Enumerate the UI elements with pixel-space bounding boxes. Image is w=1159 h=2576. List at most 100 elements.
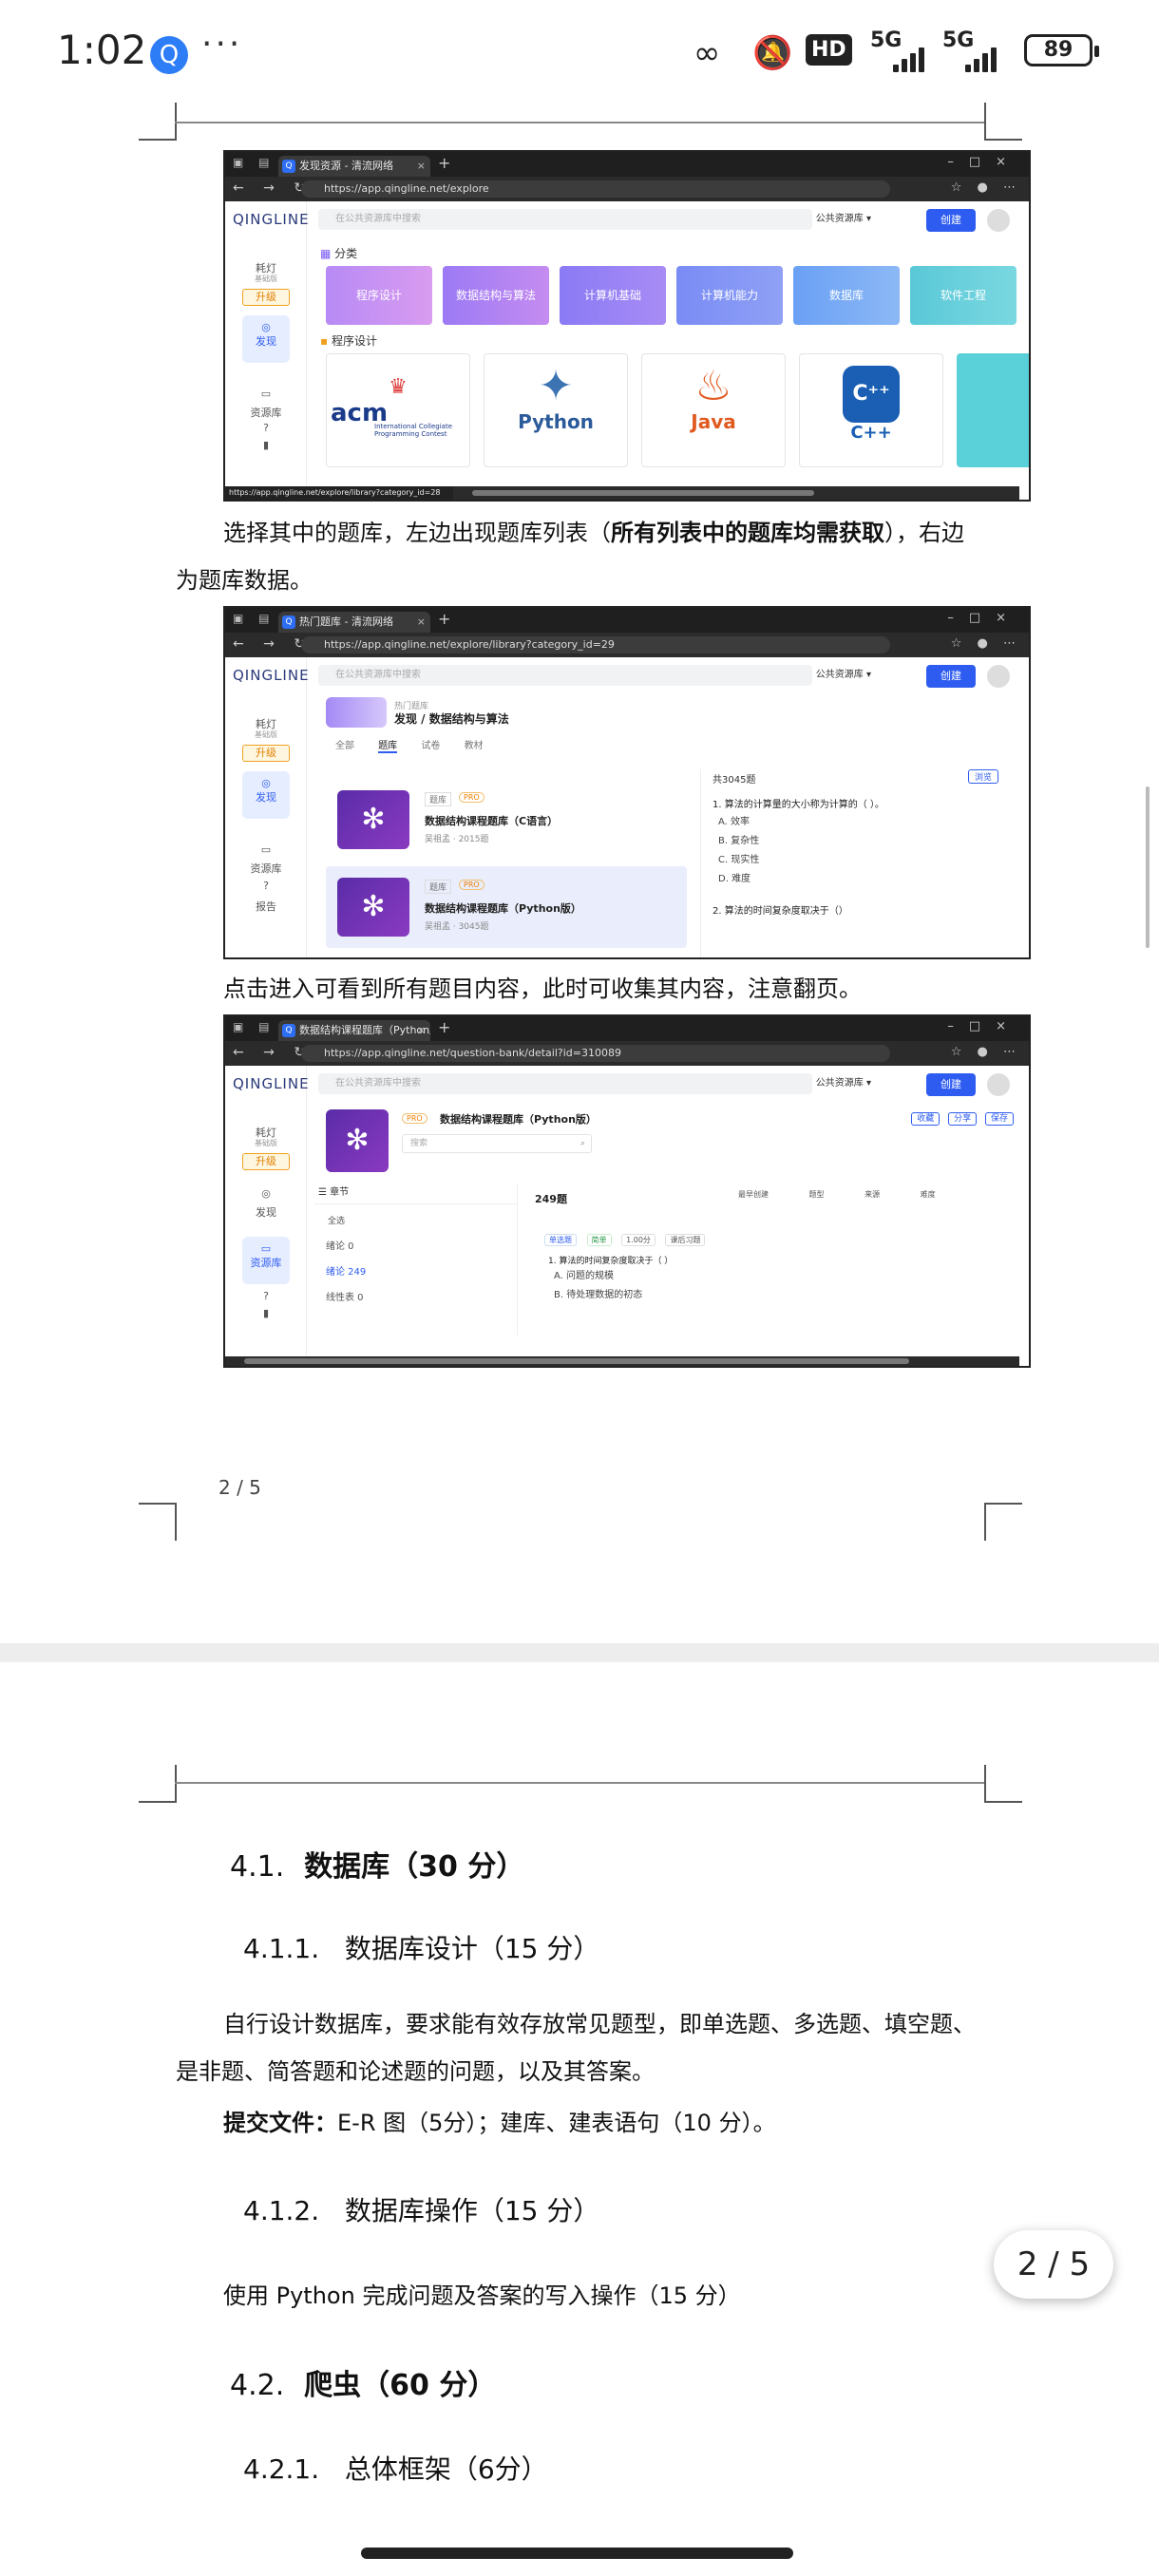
horizontal-scrollbar[interactable]: [453, 486, 1019, 500]
extensions-icons[interactable]: ☆ ● ⋯: [951, 636, 1021, 651]
search-input[interactable]: 在公共资源库中搜索: [318, 209, 812, 230]
tab-bank[interactable]: 题库: [378, 741, 398, 753]
extensions-icons[interactable]: ☆ ● ⋯: [951, 180, 1021, 195]
tile-acm[interactable]: ♛ acm International Collegiate Programmi…: [326, 353, 470, 467]
tile-cpp[interactable]: C⁺⁺ C++: [799, 353, 943, 467]
chapter-item[interactable]: 线性表 0: [314, 1278, 517, 1303]
search-input[interactable]: 在公共资源库中搜索: [318, 1073, 812, 1094]
window-icons: ▣ ▤: [233, 612, 276, 625]
avatar[interactable]: [987, 1073, 1010, 1096]
chapter-item-active[interactable]: 绪论 249: [314, 1252, 517, 1278]
close-icon[interactable]: ×: [417, 1020, 426, 1041]
sort-select[interactable]: 最早创建: [738, 1190, 769, 1199]
category-card[interactable]: 计算机基础: [560, 266, 666, 325]
item-tag: 题库: [425, 880, 452, 894]
category-card[interactable]: 数据库: [793, 266, 900, 325]
window-controls[interactable]: –□×: [947, 1019, 1021, 1033]
category-card[interactable]: 软件工程: [910, 266, 1016, 325]
new-tab-icon[interactable]: +: [438, 610, 450, 628]
close-icon[interactable]: ×: [417, 612, 426, 633]
library-select[interactable]: 公共资源库 ▾: [763, 665, 877, 686]
scroll-indicator[interactable]: [1146, 786, 1150, 948]
upgrade-button[interactable]: 升级: [242, 289, 290, 306]
upgrade-button[interactable]: 升级: [242, 1153, 290, 1170]
list-item[interactable]: ✻ 题库 PRO 数据结构课程题库（C语言） 吴祖孟 · 2015题: [326, 779, 687, 861]
category-heading: ▦ 分类: [320, 245, 357, 261]
search-icon: ⌕: [580, 1139, 585, 1148]
category-card[interactable]: 计算机能力: [676, 266, 783, 325]
difficulty-select[interactable]: 难度: [921, 1190, 936, 1199]
category-banner: [326, 697, 387, 728]
option: D. 难度: [718, 874, 751, 884]
window-controls[interactable]: –□×: [947, 611, 1021, 625]
option[interactable]: A. 问题的规模: [554, 1267, 642, 1286]
browser-tab[interactable]: Q 数据结构课程题库（Python版）×: [278, 1020, 430, 1041]
url-field[interactable]: https://app.qingline.net/explore: [301, 180, 890, 198]
library-select[interactable]: 公共资源库 ▾: [763, 1073, 877, 1094]
header-rule: [175, 122, 984, 123]
heading-number: 4.2.1.: [243, 2453, 320, 2485]
list-item-selected[interactable]: ✻ 题库 PRO 数据结构课程题库（Python版） 吴祖孟 · 3045题: [326, 866, 687, 948]
compass-icon: ◎: [261, 777, 271, 789]
paragraph-collect: 点击进入可看到所有题目内容，此时可收集其内容，注意翻页。: [223, 975, 862, 1002]
sidebar-item-discover[interactable]: ◎ 发现: [242, 771, 290, 819]
sidebar-item-discover[interactable]: ◎ 发现: [242, 315, 290, 363]
create-button[interactable]: 创建: [926, 209, 976, 232]
bold-text: 所有列表中的题库均需获取: [611, 520, 884, 546]
breadcrumb: 发现 / 数据结构与算法: [394, 712, 509, 726]
window-controls[interactable]: –□×: [947, 155, 1021, 169]
category-card[interactable]: 程序设计: [326, 266, 432, 325]
type-select[interactable]: 题型: [809, 1190, 825, 1199]
source-select[interactable]: 来源: [864, 1190, 880, 1199]
close-icon[interactable]: ×: [417, 156, 426, 177]
sidebar-item-library[interactable]: ▭ 资源库: [242, 1237, 290, 1284]
favorite-button[interactable]: 收藏: [911, 1112, 940, 1126]
help-icon[interactable]: ?: [225, 1290, 307, 1302]
create-button[interactable]: 创建: [926, 1073, 976, 1096]
page-indicator[interactable]: 2 / 5: [994, 2230, 1113, 2299]
browse-button[interactable]: 浏览: [967, 769, 998, 784]
chapter-item[interactable]: 全选: [314, 1204, 517, 1226]
upgrade-button[interactable]: 升级: [242, 745, 290, 762]
sidebar-item-discover[interactable]: 发现: [225, 1204, 307, 1220]
network-icon: ✻: [326, 1109, 389, 1172]
tile-more[interactable]: [957, 353, 1029, 467]
tab-paper[interactable]: 试卷: [421, 741, 440, 751]
category-icon: ▦: [320, 247, 335, 260]
help-icon[interactable]: ?: [225, 880, 307, 892]
extensions-icons[interactable]: ☆ ● ⋯: [951, 1045, 1021, 1059]
create-button[interactable]: 创建: [926, 665, 976, 688]
browser-tab[interactable]: Q 发现资源 - 清流网络 ×: [278, 156, 430, 177]
share-button[interactable]: 分享: [948, 1112, 978, 1126]
tile-java[interactable]: ♨ Java: [641, 353, 786, 467]
option[interactable]: B. 待处理数据的初态: [554, 1286, 642, 1305]
search-input[interactable]: 搜索 ⌕: [402, 1134, 592, 1153]
action-buttons: 收藏 分享 保存: [911, 1111, 1014, 1126]
pro-badge: PRO: [459, 792, 484, 803]
scrollbar-thumb[interactable]: [244, 1358, 909, 1364]
sidebar-item-library[interactable]: 资源库: [225, 405, 307, 420]
url-field[interactable]: https://app.qingline.net/question-bank/d…: [301, 1045, 890, 1062]
sidebar-item-library[interactable]: 资源库: [225, 861, 307, 876]
tab-all[interactable]: 全部: [335, 741, 354, 751]
save-button[interactable]: 保存: [984, 1112, 1014, 1126]
url-field[interactable]: https://app.qingline.net/explore/library…: [301, 636, 890, 653]
gesture-bar[interactable]: [361, 2548, 793, 2559]
chapter-item[interactable]: 绪论 0: [314, 1226, 517, 1252]
browser-tab[interactable]: Q 热门题库 - 清流网络 ×: [278, 612, 430, 633]
library-select[interactable]: 公共资源库 ▾: [763, 209, 877, 230]
header-rule: [175, 1782, 984, 1784]
help-icon[interactable]: ?: [225, 422, 307, 434]
tab-textbook[interactable]: 教材: [465, 741, 484, 751]
search-input[interactable]: 在公共资源库中搜索: [318, 665, 812, 686]
horizontal-scrollbar[interactable]: [225, 1356, 1019, 1366]
tile-python[interactable]: ✦ Python: [484, 353, 628, 467]
new-tab-icon[interactable]: +: [438, 154, 450, 172]
avatar[interactable]: [987, 209, 1010, 232]
window-icons: ▣ ▤: [233, 156, 276, 169]
sidebar-item-report[interactable]: 报告: [225, 899, 307, 914]
scrollbar-thumb[interactable]: [472, 490, 814, 496]
new-tab-icon[interactable]: +: [438, 1018, 450, 1036]
avatar[interactable]: [987, 665, 1010, 688]
category-card[interactable]: 数据结构与算法: [443, 266, 549, 325]
